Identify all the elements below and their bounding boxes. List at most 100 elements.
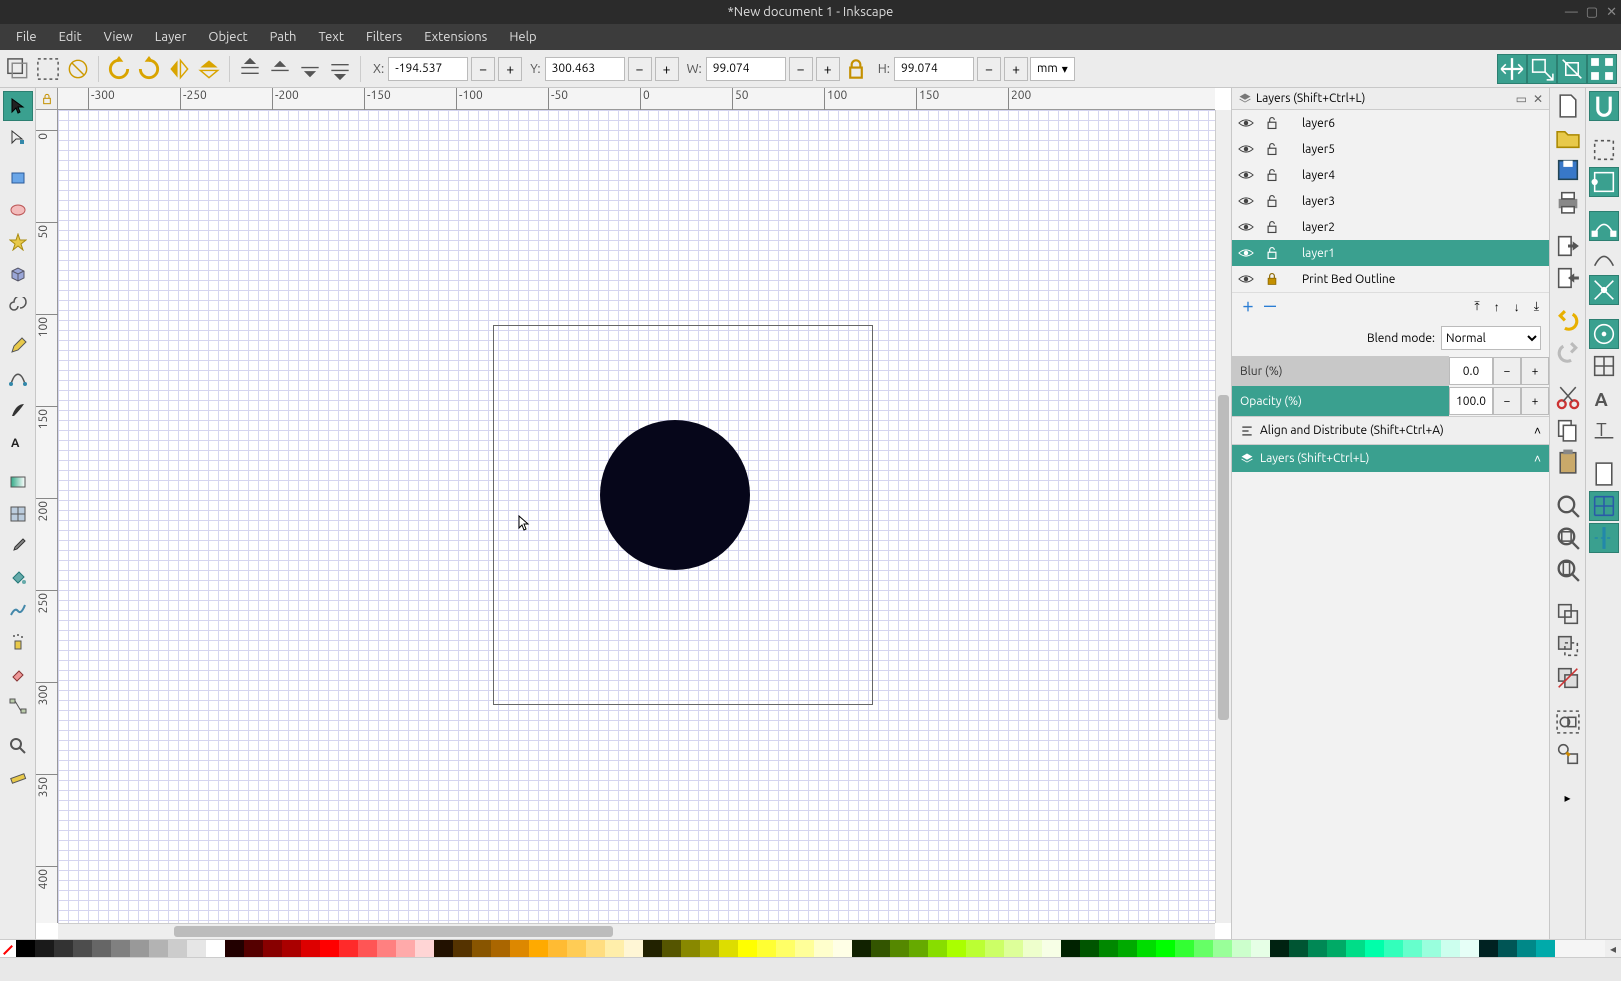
color-swatch[interactable] [377, 940, 396, 957]
duplicate-icon[interactable] [1553, 599, 1583, 629]
menu-edit[interactable]: Edit [49, 27, 92, 47]
align-distribute-collapser[interactable]: Align and Distribute (Shift+Ctrl+A) ˄ [1232, 416, 1549, 444]
snap-guide-icon[interactable] [1589, 523, 1619, 553]
bezier-tool[interactable] [3, 363, 33, 393]
close-icon[interactable]: ✕ [1606, 5, 1617, 20]
lower-icon[interactable] [296, 55, 324, 83]
color-swatch[interactable] [130, 940, 149, 957]
lower-bottom-icon[interactable] [326, 55, 354, 83]
blur-minus-button[interactable]: − [1493, 357, 1521, 385]
ruler-horizontal[interactable]: -300-250-200-150-100-50050100150200 [58, 88, 1215, 110]
menu-help[interactable]: Help [499, 27, 546, 47]
color-swatch[interactable] [244, 940, 263, 957]
ruler-lock-icon[interactable] [36, 88, 58, 110]
color-swatch[interactable] [1365, 940, 1384, 957]
color-swatch[interactable] [1270, 940, 1289, 957]
select-all-layers-icon[interactable] [4, 55, 32, 83]
y-plus-button[interactable]: + [655, 57, 679, 81]
color-swatch[interactable] [92, 940, 111, 957]
unlink-clone-icon[interactable] [1553, 663, 1583, 693]
blur-plus-button[interactable]: + [1521, 357, 1549, 385]
color-swatch[interactable] [415, 940, 434, 957]
lock-icon[interactable] [1264, 220, 1280, 234]
color-swatch[interactable] [1384, 940, 1403, 957]
color-swatch[interactable] [909, 940, 928, 957]
layer-row[interactable]: layer6 [1232, 110, 1549, 136]
panel-detach-icon[interactable]: ▭ [1516, 92, 1527, 106]
viewport[interactable] [58, 110, 1215, 923]
select-all-icon[interactable] [34, 55, 62, 83]
paste-icon[interactable] [1553, 447, 1583, 477]
deselect-icon[interactable] [64, 55, 92, 83]
print-icon[interactable] [1553, 187, 1583, 217]
color-swatch[interactable] [833, 940, 852, 957]
layer-row[interactable]: Print Bed Outline [1232, 266, 1549, 292]
menu-object[interactable]: Object [198, 27, 257, 47]
undo-icon[interactable] [1553, 307, 1583, 337]
canvas-area[interactable]: -300-250-200-150-100-50050100150200 0501… [36, 88, 1231, 939]
color-swatch[interactable] [453, 940, 472, 957]
w-input[interactable] [706, 57, 786, 81]
zoom-page-icon[interactable] [1553, 555, 1583, 585]
selector-tool[interactable] [3, 91, 33, 121]
menu-extensions[interactable]: Extensions [414, 27, 497, 47]
rotate-cw-icon[interactable] [135, 55, 163, 83]
maximize-icon[interactable]: ▢ [1586, 5, 1598, 20]
vertical-scrollbar[interactable] [1215, 110, 1231, 923]
zoom-drawing-icon[interactable] [1553, 523, 1583, 553]
color-swatch[interactable] [624, 940, 643, 957]
redo-icon[interactable] [1553, 339, 1583, 369]
affect-scale-icon[interactable] [1527, 54, 1557, 84]
menu-path[interactable]: Path [260, 27, 307, 47]
snap-bbox-edge-icon[interactable] [1589, 167, 1619, 197]
paint-bucket-tool[interactable] [3, 563, 33, 593]
flip-h-icon[interactable] [165, 55, 193, 83]
color-swatch[interactable] [700, 940, 719, 957]
color-swatch[interactable] [1137, 940, 1156, 957]
color-swatch[interactable] [263, 940, 282, 957]
opacity-minus-button[interactable]: − [1493, 387, 1521, 415]
snap-text-icon[interactable]: A [1589, 383, 1619, 413]
color-swatch[interactable] [1536, 940, 1555, 957]
zoom-selection-icon[interactable] [1553, 491, 1583, 521]
color-swatch[interactable] [890, 940, 909, 957]
color-swatch[interactable] [1346, 940, 1365, 957]
color-swatch[interactable] [1498, 940, 1517, 957]
color-swatch[interactable] [1080, 940, 1099, 957]
spray-tool[interactable] [3, 627, 33, 657]
color-swatch[interactable] [719, 940, 738, 957]
raise-icon[interactable] [266, 55, 294, 83]
ellipse-tool[interactable] [3, 195, 33, 225]
rectangle-tool[interactable] [3, 163, 33, 193]
color-swatch[interactable] [814, 940, 833, 957]
layers-collapser[interactable]: Layers (Shift+Ctrl+L) ˄ [1232, 444, 1549, 472]
w-minus-button[interactable]: − [789, 57, 813, 81]
w-plus-button[interactable]: + [816, 57, 840, 81]
color-swatch[interactable] [206, 940, 225, 957]
color-swatch[interactable] [1004, 940, 1023, 957]
snap-nodes-icon[interactable] [1589, 211, 1619, 241]
lock-icon[interactable] [1264, 194, 1280, 208]
snap-path-icon[interactable] [1589, 243, 1619, 273]
affect-pattern-icon[interactable] [1587, 54, 1617, 84]
copy-icon[interactable] [1553, 415, 1583, 445]
color-swatch[interactable] [16, 940, 35, 957]
color-swatch[interactable] [643, 940, 662, 957]
color-swatch[interactable] [168, 940, 187, 957]
node-tool[interactable] [3, 123, 33, 153]
gradient-tool[interactable] [3, 467, 33, 497]
remove-layer-button[interactable]: — [1264, 300, 1276, 313]
color-swatch[interactable] [947, 940, 966, 957]
affect-move-icon[interactable] [1497, 54, 1527, 84]
visibility-icon[interactable] [1238, 194, 1254, 208]
rotate-ccw-icon[interactable] [105, 55, 133, 83]
cut-icon[interactable] [1553, 383, 1583, 413]
color-swatch[interactable] [225, 940, 244, 957]
color-swatch[interactable] [966, 940, 985, 957]
color-swatch[interactable] [1232, 940, 1251, 957]
flip-v-icon[interactable] [195, 55, 223, 83]
layer-down-icon[interactable]: ↓ [1514, 300, 1520, 314]
dropper-tool[interactable] [3, 531, 33, 561]
h-minus-button[interactable]: − [977, 57, 1001, 81]
star-tool[interactable] [3, 227, 33, 257]
